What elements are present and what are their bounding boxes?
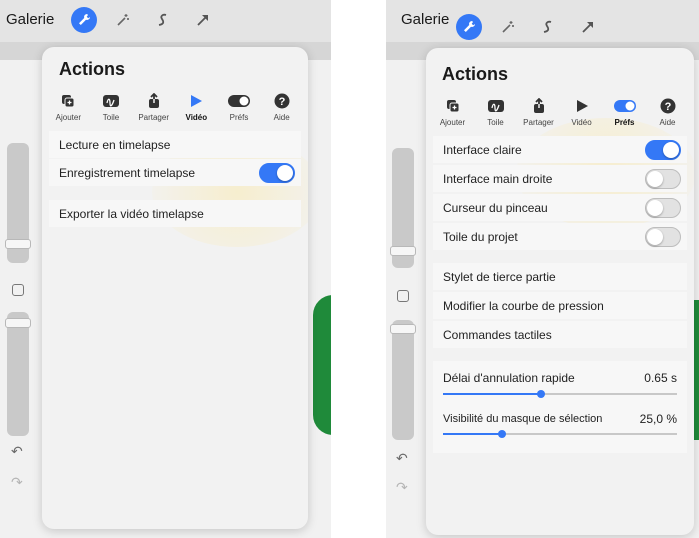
masque-selection-value: 25,0 %: [639, 412, 677, 426]
panel-title: Actions: [59, 59, 126, 79]
actions-tabs: Ajouter Toile Partager Vidéo Préfs? Aide: [426, 96, 694, 136]
tab-aide[interactable]: ? Aide: [257, 91, 307, 122]
tab-label: Aide: [659, 118, 676, 127]
left-screen: Galerie ↶ ↷ Actions Ajouter Toile Partager…: [0, 0, 331, 538]
toggle-label: Interface main droite: [443, 171, 553, 186]
courbe-pression-row[interactable]: Modifier la courbe de pression: [433, 292, 687, 319]
courbe-pression-label: Modifier la courbe de pression: [443, 298, 604, 313]
masque-selection-slider[interactable]: [443, 430, 677, 438]
toggle-label: Curseur du pinceau: [443, 200, 548, 215]
sliders-group: Délai d'annulation rapide 0.65 s Visibil…: [433, 361, 687, 453]
exporter-video-label: Exporter la vidéo timelapse: [59, 206, 204, 221]
actions-tabs: Ajouter Toile Partager Vidéo Préfs? Aide: [42, 91, 308, 131]
undo-icon[interactable]: ↶: [396, 450, 408, 467]
opacity-handle[interactable]: [390, 324, 416, 334]
enregistrement-timelapse-label: Enregistrement timelapse: [59, 165, 196, 180]
delai-slider-knob[interactable]: [537, 390, 546, 398]
toggle-row[interactable]: Interface claire: [433, 136, 687, 163]
exporter-video-row[interactable]: Exporter la vidéo timelapse: [49, 200, 301, 227]
help-icon: ?: [643, 96, 693, 116]
undo-icon[interactable]: ↶: [11, 443, 23, 460]
toggle-switch[interactable]: [645, 226, 681, 247]
selection-icon[interactable]: [535, 14, 561, 40]
delai-annulation-label: Délai d'annulation rapide: [443, 371, 575, 385]
toggle-row[interactable]: Curseur du pinceau: [433, 194, 687, 221]
panel-title: Actions: [442, 64, 509, 84]
right-screen: Galerie ↶ ↷ Actions Ajouter Toile Partager…: [386, 0, 699, 538]
toggle-switch[interactable]: [645, 197, 681, 218]
enregistrement-timelapse-toggle[interactable]: [259, 162, 295, 183]
lecture-timelapse-row[interactable]: Lecture en timelapse: [49, 131, 301, 158]
svg-text:?: ?: [278, 96, 285, 108]
magic-wand-icon[interactable]: [495, 14, 521, 40]
green-shape: [313, 295, 331, 435]
wrench-icon[interactable]: [456, 14, 482, 40]
tab-aide[interactable]: ? Aide: [643, 96, 693, 127]
wrench-icon[interactable]: [71, 7, 97, 33]
brush-size-handle[interactable]: [5, 239, 31, 249]
masque-slider-fill: [443, 433, 502, 435]
opacity-slider[interactable]: [7, 312, 29, 436]
selection-icon[interactable]: [150, 7, 176, 33]
toggle-row[interactable]: Interface main droite: [433, 165, 687, 192]
help-icon: ?: [257, 91, 307, 111]
actions-panel: Actions Ajouter Toile Partager Vidéo Préfs? A…: [42, 47, 308, 529]
delai-annulation-value: 0.65 s: [644, 371, 677, 385]
redo-icon[interactable]: ↷: [11, 474, 23, 491]
lecture-timelapse-label: Lecture en timelapse: [59, 137, 171, 152]
stylet-tierce-row[interactable]: Stylet de tierce partie: [433, 263, 687, 290]
galerie-button[interactable]: Galerie: [401, 11, 449, 28]
actions-panel: Actions Ajouter Toile Partager Vidéo Préfs? A…: [426, 48, 694, 535]
delai-slider-fill: [443, 393, 542, 395]
commandes-tactiles-row[interactable]: Commandes tactiles: [433, 321, 687, 348]
commandes-tactiles-label: Commandes tactiles: [443, 327, 552, 342]
opacity-handle[interactable]: [5, 318, 31, 328]
modify-button[interactable]: [12, 284, 24, 296]
masque-slider-knob[interactable]: [497, 430, 506, 438]
magic-wand-icon[interactable]: [110, 7, 136, 33]
galerie-button[interactable]: Galerie: [6, 11, 54, 28]
tab-label: Aide: [273, 113, 290, 122]
toggle-switch[interactable]: [645, 168, 681, 189]
transform-arrow-icon[interactable]: [190, 7, 216, 33]
delai-annulation-slider[interactable]: [443, 390, 677, 398]
masque-selection-label: Visibilité du masque de sélection: [443, 413, 603, 425]
toggle-switch[interactable]: [645, 139, 681, 160]
redo-icon[interactable]: ↷: [396, 479, 408, 496]
stylet-tierce-label: Stylet de tierce partie: [443, 269, 556, 284]
transform-arrow-icon[interactable]: [575, 14, 601, 40]
brush-size-handle[interactable]: [390, 246, 416, 256]
toggle-row[interactable]: Toile du projet: [433, 223, 687, 250]
toggle-label: Interface claire: [443, 142, 522, 157]
modify-button[interactable]: [397, 290, 409, 302]
enregistrement-timelapse-row[interactable]: Enregistrement timelapse: [49, 159, 301, 186]
opacity-slider[interactable]: [392, 320, 414, 440]
svg-text:?: ?: [664, 101, 671, 113]
toggle-label: Toile du projet: [443, 229, 518, 244]
